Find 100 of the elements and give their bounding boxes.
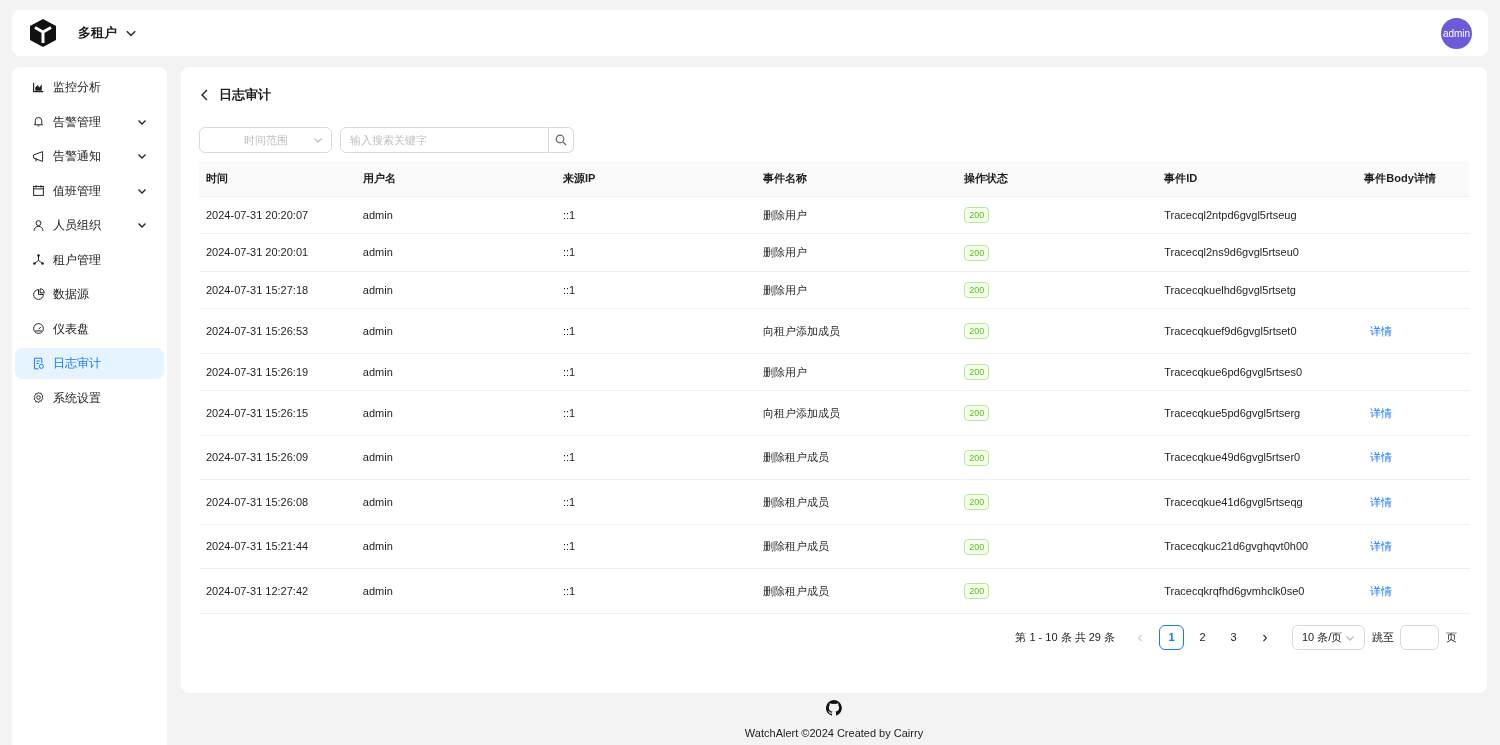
details-link[interactable]: 详情 — [1370, 324, 1393, 337]
status-tag: 200 — [964, 244, 990, 261]
page-size-select[interactable]: 10 条/页 — [1292, 625, 1365, 650]
table-cell: 2024-07-31 15:21:44 — [206, 540, 309, 552]
table-cell: ::1 — [562, 584, 576, 597]
table-cell: ::1 — [562, 208, 576, 221]
table-cell: admin — [362, 406, 393, 419]
table-cell: 2024-07-31 15:26:09 — [206, 451, 309, 463]
footer-text: WatchAlert ©2024 Created by Cairry — [744, 726, 924, 741]
table-cell: Tracecqkuelhd6gvgl5rtsetg — [1164, 283, 1296, 296]
column-header: 事件ID — [1164, 172, 1198, 184]
status-tag: 200 — [964, 323, 990, 340]
column-header: 操作状态 — [964, 172, 1009, 184]
table-cell: 删除用户 — [763, 365, 808, 378]
table-cell: 删除用户 — [763, 283, 808, 296]
page-suffix: 页 — [1446, 630, 1457, 646]
table-cell: admin — [362, 324, 393, 337]
table-cell: admin — [362, 208, 393, 221]
table-cell: 向租户添加成员 — [763, 406, 841, 419]
chevron-down-icon — [313, 135, 323, 145]
table-cell: admin — [362, 540, 393, 552]
network-icon — [32, 253, 45, 266]
page-number-field[interactable] — [1400, 625, 1439, 650]
table-cell: 2024-07-31 15:27:18 — [206, 283, 309, 296]
page-button[interactable]: 2 — [1190, 625, 1215, 650]
sidebar-item[interactable]: 日志审计 — [15, 347, 164, 379]
table-cell: Tracecqkue6pd6gvgl5rtses0 — [1164, 365, 1303, 378]
details-link[interactable]: 详情 — [1370, 495, 1393, 508]
status-tag: 200 — [964, 583, 990, 600]
pagination-summary: 第 1 - 10 条 共 29 条 — [1015, 630, 1115, 646]
column-header: 来源IP — [562, 172, 596, 184]
table-cell: Tracecql2ntpd6gvgl5rtseug — [1164, 208, 1297, 221]
details-link[interactable]: 详情 — [1370, 584, 1393, 597]
sidebar-item[interactable]: 数据源 — [15, 278, 164, 310]
table-cell: ::1 — [562, 406, 576, 419]
status-tag: 200 — [964, 449, 990, 466]
details-link[interactable]: 详情 — [1370, 540, 1393, 552]
page-button[interactable]: 1 — [1159, 625, 1184, 650]
sidebar-item[interactable]: 系统设置 — [15, 382, 164, 413]
table-cell: 2024-07-31 12:27:42 — [206, 584, 309, 597]
table-cell: ::1 — [562, 324, 576, 337]
details-link[interactable]: 详情 — [1370, 451, 1393, 463]
page-title: 日志审计 — [219, 86, 271, 105]
sidebar-item[interactable]: 租户管理 — [15, 244, 164, 275]
document-icon — [32, 356, 45, 370]
table-cell: ::1 — [562, 495, 576, 508]
status-tag: 200 — [964, 405, 990, 422]
status-tag: 200 — [964, 538, 990, 555]
table-cell: Tracecql2ns9d6gvgl5rtseu0 — [1164, 246, 1299, 258]
bell-icon — [32, 115, 45, 128]
page-button[interactable]: 3 — [1221, 625, 1246, 650]
table-cell: Tracecqkue41d6gvgl5rtseqg — [1164, 495, 1303, 508]
user-icon — [32, 218, 45, 232]
sidebar-item[interactable]: 人员组织 — [15, 209, 164, 241]
github-icon[interactable] — [826, 700, 842, 716]
user-avatar[interactable]: admin — [1441, 17, 1472, 49]
jump-label: 跳至 — [1372, 630, 1394, 646]
status-tag: 200 — [964, 282, 990, 299]
table-cell: admin — [362, 451, 393, 463]
details-link[interactable]: 详情 — [1370, 406, 1393, 419]
table-cell: admin — [362, 283, 393, 296]
status-tag: 200 — [964, 207, 990, 224]
table-cell: 2024-07-31 20:20:07 — [206, 208, 309, 221]
table-cell: ::1 — [562, 365, 576, 378]
sidebar-item[interactable]: 告警通知 — [15, 140, 164, 172]
table-cell: ::1 — [562, 451, 576, 463]
status-tag: 200 — [964, 494, 990, 511]
table-cell: 删除租户成员 — [763, 584, 830, 597]
table-cell: ::1 — [562, 540, 576, 552]
table-cell: 向租户添加成员 — [763, 324, 841, 337]
cube-logo — [28, 18, 58, 48]
search-icon — [555, 134, 567, 146]
table-cell: 2024-07-31 20:20:01 — [206, 246, 309, 258]
table-cell: 删除用户 — [763, 208, 808, 221]
table-cell: 2024-07-31 15:26:19 — [206, 365, 309, 378]
table-cell: Tracecqkuc21d6gvghqvt0h00 — [1164, 540, 1309, 552]
table-cell: ::1 — [562, 283, 576, 296]
table-cell: Tracecqkrqfhd6gvmhclk0se0 — [1164, 584, 1305, 597]
search-button[interactable] — [549, 127, 574, 153]
calendar-icon — [32, 184, 45, 197]
sidebar-item[interactable]: 告警管理 — [15, 106, 164, 137]
tenant-selector[interactable]: 多租户 — [78, 23, 137, 43]
sidebar-item[interactable]: 值班管理 — [15, 175, 164, 206]
sidebar-item[interactable]: 监控分析 — [15, 71, 164, 103]
gauge-icon — [32, 322, 45, 335]
area-chart-icon — [32, 80, 45, 94]
table-cell: 删除用户 — [763, 246, 808, 258]
megaphone-icon — [32, 149, 45, 163]
column-header: 事件名称 — [763, 172, 808, 184]
status-tag: 200 — [964, 364, 990, 381]
chevron-left-icon — [1136, 633, 1144, 642]
sidebar-item[interactable]: 仪表盘 — [15, 313, 164, 344]
table-cell: admin — [362, 246, 393, 258]
column-header: 事件Body详情 — [1364, 172, 1436, 184]
table-cell: admin — [362, 584, 393, 597]
table-cell: admin — [362, 365, 393, 378]
table-cell: Tracecqkue5pd6gvgl5rtserg — [1164, 406, 1301, 419]
column-header: 用户名 — [362, 172, 396, 184]
table-cell: 2024-07-31 15:26:15 — [206, 406, 309, 419]
table-cell: admin — [362, 495, 393, 508]
